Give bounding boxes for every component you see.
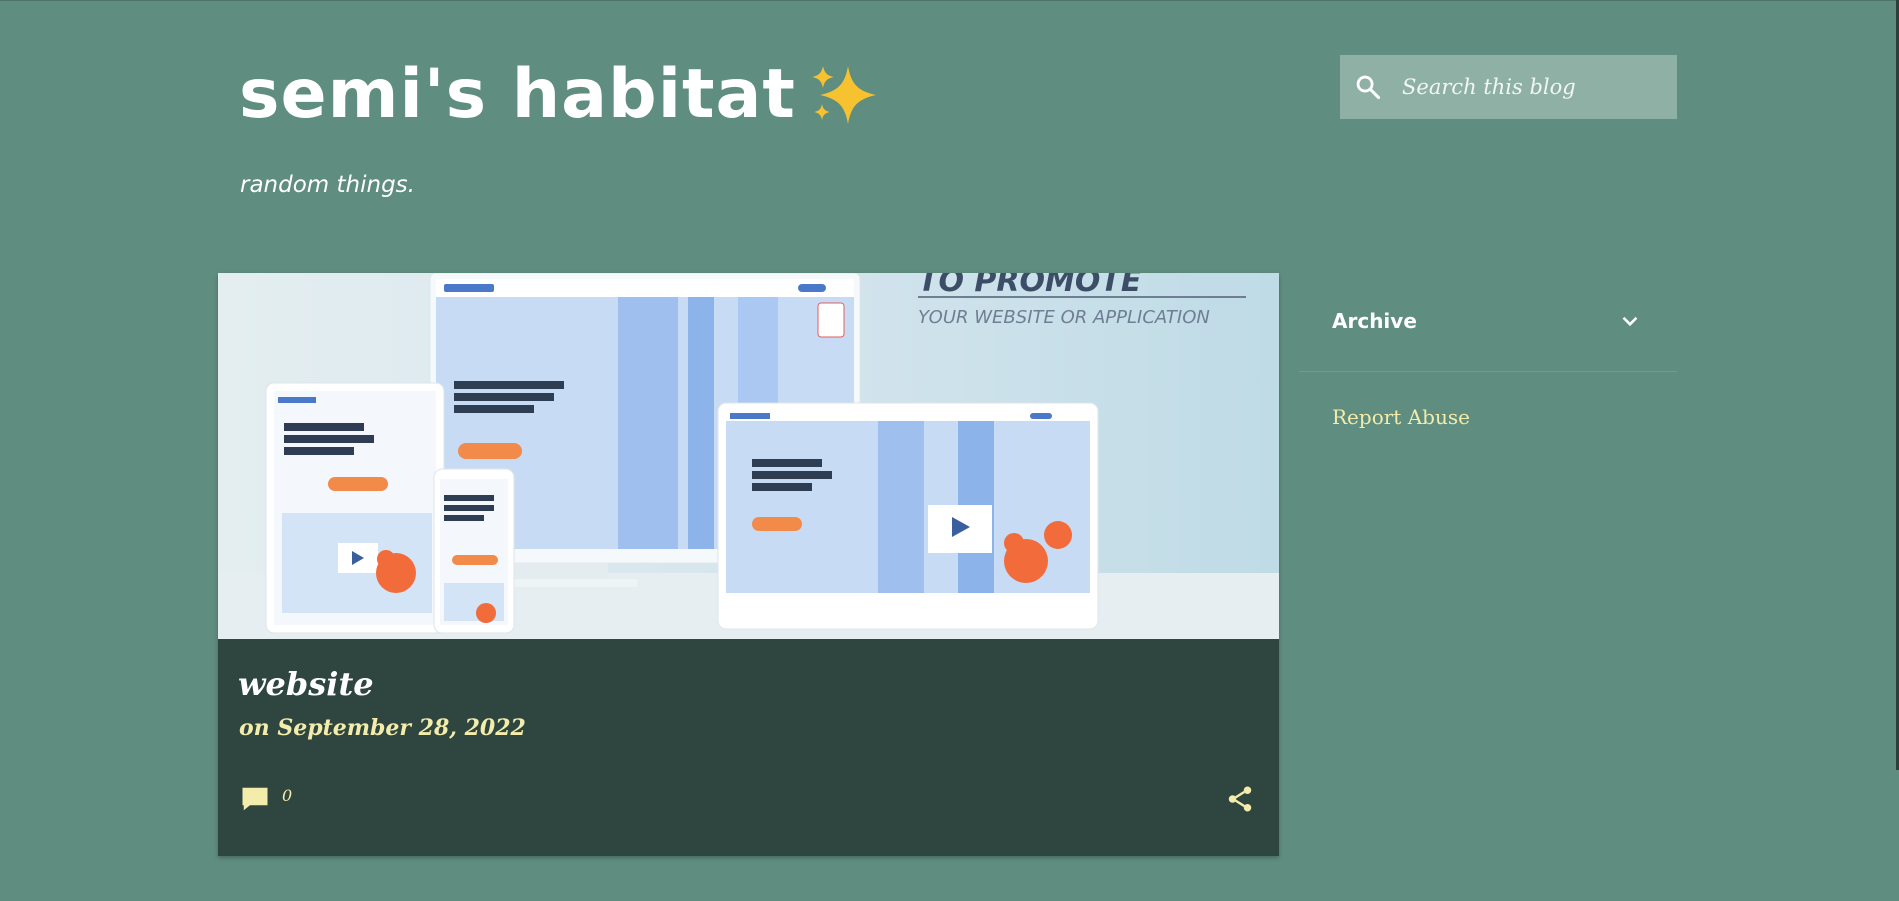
report-abuse-link[interactable]: Report Abuse: [1332, 405, 1470, 429]
post-title[interactable]: website: [238, 665, 374, 703]
share-icon[interactable]: [1225, 784, 1255, 814]
comment-count: 0: [282, 786, 293, 805]
post-date[interactable]: on September 28, 2022: [239, 715, 526, 741]
post-card: TO PROMOTE YOUR WEBSITE OR APPLICATION w…: [218, 273, 1279, 856]
image-subheadline: YOUR WEBSITE OR APPLICATION: [918, 307, 1210, 328]
chevron-down-icon[interactable]: [1617, 308, 1643, 334]
search-icon[interactable]: [1354, 73, 1382, 101]
archive-title: Archive: [1332, 309, 1417, 333]
blog-title-text: semi's habitat: [239, 55, 796, 134]
comment-icon: [242, 787, 268, 811]
comments-link[interactable]: 0: [240, 784, 292, 814]
blog-title[interactable]: semi's habitat: [239, 60, 880, 130]
featured-image-illustration: TO PROMOTE YOUR WEBSITE OR APPLICATION: [218, 273, 1279, 639]
top-divider: [0, 0, 1899, 1]
search-input[interactable]: [1400, 74, 1664, 100]
blog-description: random things.: [240, 172, 415, 198]
search-box[interactable]: [1340, 55, 1677, 119]
archive-widget-toggle[interactable]: Archive: [1299, 298, 1677, 372]
image-headline: TO PROMOTE: [918, 273, 1142, 299]
page: semi's habitat random things. Search thi…: [0, 0, 1899, 901]
sparkles-icon: [811, 66, 876, 124]
post-featured-image[interactable]: TO PROMOTE YOUR WEBSITE OR APPLICATION: [218, 273, 1279, 639]
